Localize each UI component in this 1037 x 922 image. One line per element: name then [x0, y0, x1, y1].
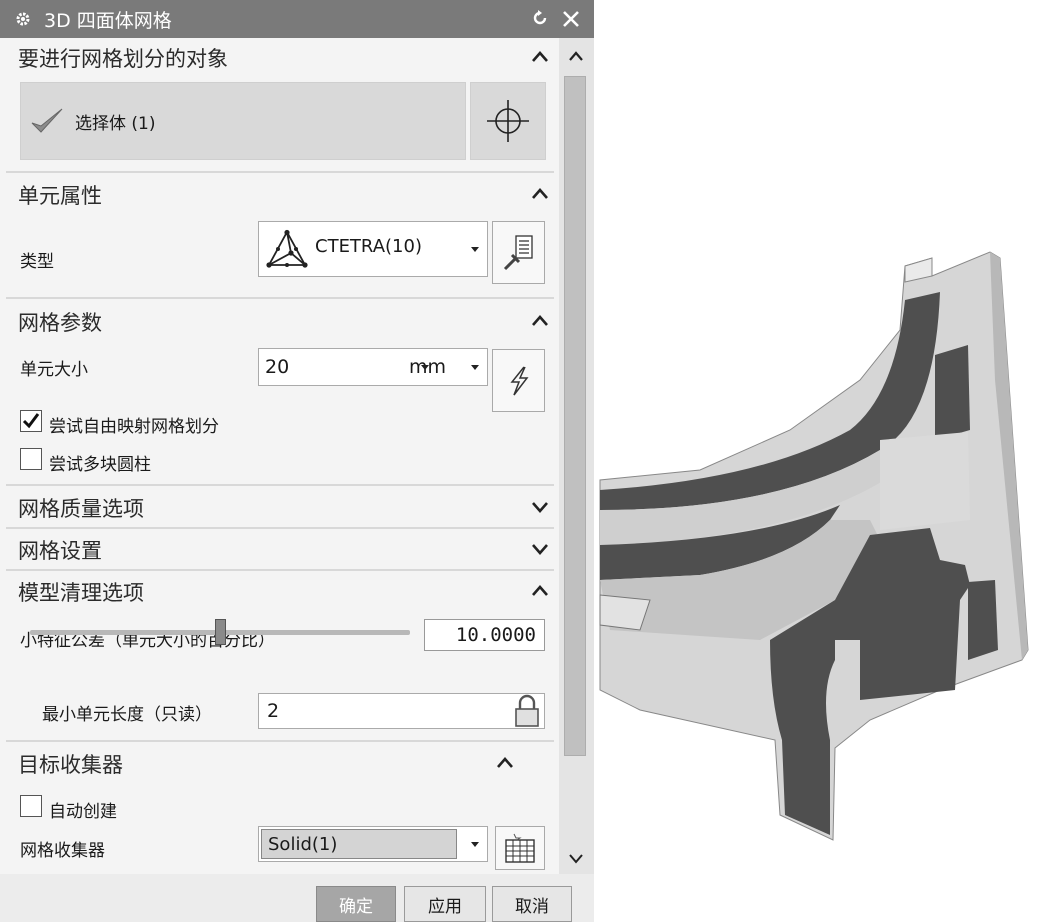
element-properties-button[interactable] — [492, 221, 545, 284]
chevron-up-icon[interactable] — [494, 752, 516, 774]
chevron-down-icon[interactable] — [529, 496, 551, 518]
chevron-down-icon[interactable] — [471, 365, 479, 370]
crosshair-icon — [487, 100, 529, 142]
min-length-value: 2 — [267, 700, 280, 722]
dialog-footer: 确定 应用 取消 — [0, 874, 594, 922]
graphics-viewport[interactable] — [595, 0, 1037, 922]
reset-icon[interactable] — [530, 8, 550, 28]
chevron-down-icon[interactable] — [529, 538, 551, 560]
close-icon[interactable] — [560, 8, 582, 30]
type-label: 类型 — [20, 252, 54, 272]
multi-cylinder-label: 尝试多块圆柱 — [49, 455, 151, 475]
element-size-value: 20 — [265, 356, 290, 378]
checkmark-icon — [22, 413, 40, 429]
section-header-mesh-params[interactable]: 网格参数 — [0, 302, 559, 342]
tetra-element-icon — [266, 229, 308, 268]
element-size-label: 单元大小 — [20, 360, 88, 380]
min-length-field: 2 — [258, 693, 545, 729]
model-light-step — [880, 432, 970, 530]
scroll-down-icon[interactable] — [564, 846, 588, 870]
section-title-quality: 网格质量选项 — [18, 497, 144, 521]
section-header-collector[interactable]: 目标收集器 — [0, 744, 559, 784]
multi-cylinder-checkbox[interactable] — [20, 448, 42, 470]
chevron-up-icon[interactable] — [529, 580, 551, 602]
chevron-down-icon — [471, 842, 479, 847]
free-map-checkbox[interactable] — [20, 410, 42, 432]
section-header-objects[interactable]: 要进行网格划分的对象 — [0, 38, 559, 78]
tolerance-slider-thumb[interactable] — [215, 619, 226, 645]
lock-icon — [515, 694, 539, 727]
section-title-cleanup: 模型清理选项 — [18, 581, 144, 605]
section-title-objects: 要进行网格划分的对象 — [18, 47, 228, 71]
apply-button[interactable]: 应用 — [404, 886, 486, 922]
dialog-title: 3D 四面体网格 — [44, 9, 172, 32]
section-header-quality[interactable]: 网格质量选项 — [0, 488, 559, 528]
section-title-collector: 目标收集器 — [18, 753, 123, 777]
select-body-label: 选择体 (1) — [75, 113, 156, 134]
model-dark-block-3 — [968, 580, 998, 660]
chevron-down-icon — [471, 247, 479, 252]
tetra-mesh-dialog: 3D 四面体网格 要进行网格划分的对象 选择体 (1) 单元属性 类型 CTET… — [0, 0, 594, 922]
tolerance-input[interactable]: 10.0000 — [424, 619, 545, 651]
divider — [6, 527, 554, 529]
auto-size-button[interactable] — [492, 349, 545, 412]
free-map-label: 尝试自由映射网格划分 — [49, 417, 219, 437]
chevron-up-icon[interactable] — [529, 183, 551, 205]
mesh-collector-dropdown[interactable]: Solid(1) — [258, 826, 488, 862]
dialog-titlebar: 3D 四面体网格 — [0, 0, 594, 38]
min-length-label: 最小单元长度（只读） — [42, 705, 212, 725]
chevron-up-icon[interactable] — [529, 46, 551, 68]
table-grid-icon — [505, 833, 535, 863]
section-title-mesh-params: 网格参数 — [18, 311, 102, 335]
section-header-settings[interactable]: 网格设置 — [0, 530, 559, 570]
section-header-cleanup[interactable]: 模型清理选项 — [0, 572, 559, 612]
divider — [6, 297, 554, 299]
scrollbar-thumb[interactable] — [564, 76, 586, 756]
properties-wrench-icon — [503, 234, 533, 270]
new-collector-button[interactable] — [495, 826, 545, 870]
select-body-field[interactable]: 选择体 (1) — [20, 82, 466, 160]
3d-model-view[interactable] — [595, 0, 1037, 922]
cancel-button[interactable]: 取消 — [492, 886, 572, 922]
chevron-up-icon[interactable] — [529, 310, 551, 332]
lightning-icon — [509, 366, 529, 395]
section-title-element-props: 单元属性 — [18, 184, 102, 208]
element-size-field[interactable]: 20 mm — [258, 348, 488, 386]
model-dark-block-1 — [935, 345, 970, 440]
mesh-collector-label: 网格收集器 — [20, 841, 105, 861]
crosshair-select-button[interactable] — [470, 82, 546, 160]
divider — [6, 740, 554, 742]
scroll-up-icon[interactable] — [564, 44, 588, 68]
mesh-collector-value: Solid(1) — [261, 829, 457, 859]
divider — [6, 171, 554, 173]
ok-button[interactable]: 确定 — [316, 886, 396, 922]
checkmark-icon — [31, 108, 63, 133]
element-type-value: CTETRA(10) — [315, 235, 422, 257]
gear-icon[interactable] — [14, 10, 32, 28]
auto-create-checkbox[interactable] — [20, 795, 42, 817]
section-header-element-props[interactable]: 单元属性 — [0, 175, 559, 215]
divider — [6, 484, 554, 486]
chevron-down-icon[interactable] — [421, 365, 429, 370]
section-title-settings: 网格设置 — [18, 539, 102, 563]
divider — [6, 569, 554, 571]
element-type-dropdown[interactable]: CTETRA(10) — [258, 221, 488, 277]
vertical-scrollbar[interactable] — [559, 38, 594, 874]
auto-create-label: 自动创建 — [49, 802, 117, 822]
